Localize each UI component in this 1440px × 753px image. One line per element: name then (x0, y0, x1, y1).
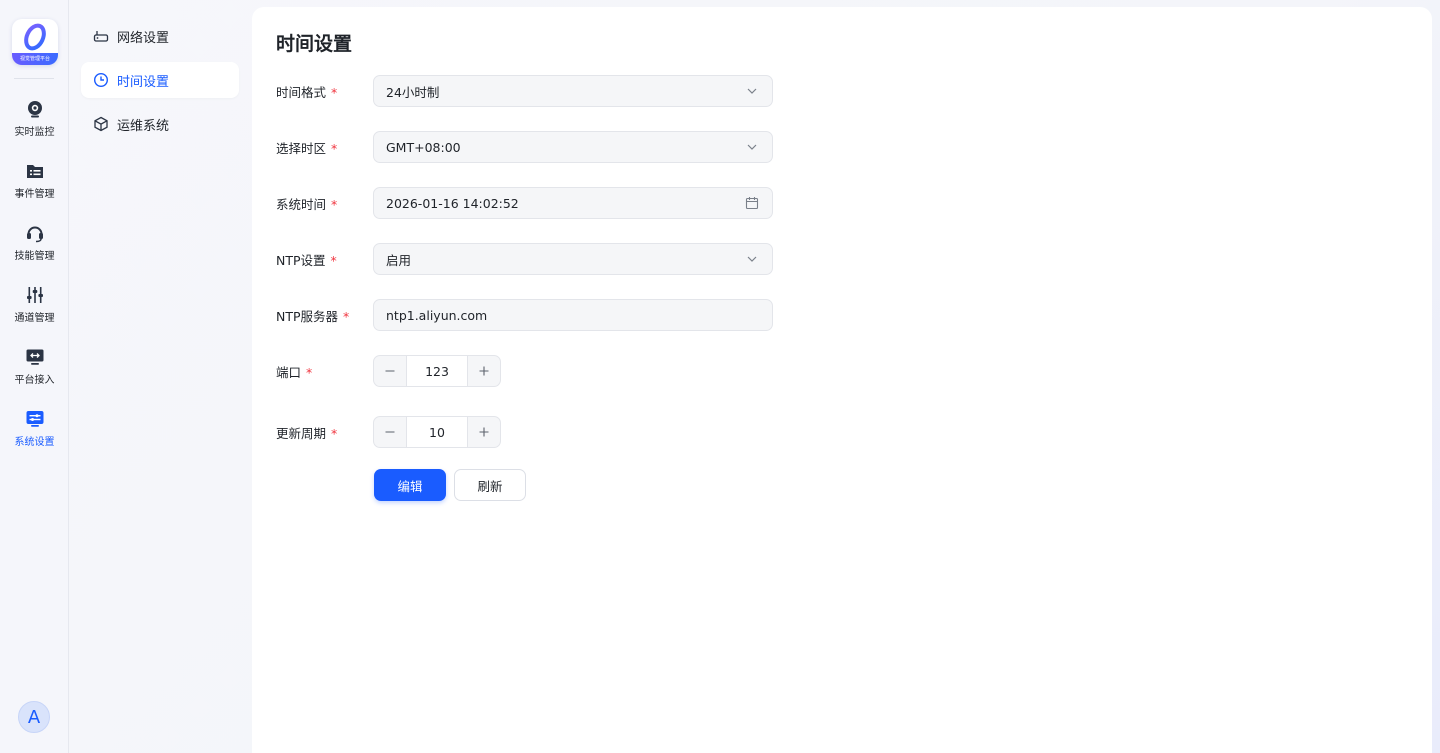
required-mark: * (330, 252, 337, 268)
minus-icon (385, 370, 395, 372)
ntp-setting-row: NTP设置 * 启用 (276, 243, 773, 275)
system-time-picker[interactable]: 2026-01-16 14:02:52 (373, 187, 773, 219)
port-value-input[interactable]: 123 (406, 356, 468, 386)
ntp-server-input[interactable]: ntp1.aliyun.com (373, 299, 773, 331)
rail-item-label: 技能管理 (14, 251, 55, 262)
ntp-server-value: ntp1.aliyun.com (386, 307, 488, 323)
update-period-label: 更新周期 * (276, 425, 338, 441)
minus-icon (385, 431, 395, 433)
rail-divider (14, 78, 54, 79)
monitor-arrows-icon (24, 346, 46, 368)
cube-icon (93, 116, 109, 132)
required-mark: * (331, 196, 338, 212)
port-row: 端口 * 123 (276, 355, 501, 387)
update-period-decrement-button[interactable] (374, 417, 406, 447)
time-format-value: 24小时制 (386, 84, 440, 100)
ntp-setting-label: NTP设置 * (276, 252, 337, 268)
rail-item-label: 通道管理 (14, 313, 55, 324)
user-avatar[interactable]: A (18, 701, 50, 733)
edit-button[interactable]: 编辑 (374, 469, 446, 501)
refresh-button[interactable]: 刷新 (454, 469, 526, 501)
submenu-item-label: 运维系统 (117, 118, 170, 134)
rail-item-system-settings[interactable]: 系统设置 (0, 408, 69, 458)
rail-item-label: 平台接入 (14, 375, 55, 386)
rail-item-event-management[interactable]: 事件管理 (0, 160, 69, 210)
timezone-value: GMT+08:00 (386, 139, 461, 155)
rail-item-label: 事件管理 (14, 189, 55, 200)
main-panel: 时间设置 时间格式 * 24小时制 选择时区 * GMT+08:00 系统时间 * 2… (252, 7, 1432, 753)
camera-icon (24, 98, 46, 120)
update-period-increment-button[interactable] (468, 417, 500, 447)
system-time-label: 系统时间 * (276, 196, 338, 212)
time-format-select[interactable]: 24小时制 (373, 75, 773, 107)
logo-icon (24, 23, 46, 51)
router-icon (93, 28, 109, 44)
rail-item-skill-management[interactable]: 技能管理 (0, 222, 69, 272)
ntp-setting-value: 启用 (386, 252, 412, 268)
rail-item-label: 系统设置 (14, 437, 55, 448)
ntp-server-row: NTP服务器 * ntp1.aliyun.com (276, 299, 773, 331)
folder-list-icon (24, 160, 46, 182)
ntp-setting-select[interactable]: 启用 (373, 243, 773, 275)
app-logo[interactable]: 视觉管理平台 (12, 19, 58, 65)
rail-item-channel-management[interactable]: 通道管理 (0, 284, 69, 334)
time-format-row: 时间格式 * 24小时制 (276, 75, 773, 107)
port-increment-button[interactable] (468, 356, 500, 386)
update-period-value-input[interactable]: 10 (406, 417, 468, 447)
time-format-label: 时间格式 * (276, 84, 338, 100)
rail-item-platform-access[interactable]: 平台接入 (0, 346, 69, 396)
submenu-item-time-settings[interactable]: 时间设置 (81, 62, 239, 98)
required-mark: * (343, 308, 350, 324)
chevron-down-icon (744, 83, 760, 99)
required-mark: * (306, 364, 313, 380)
page-title: 时间设置 (276, 33, 353, 55)
plus-icon (479, 366, 489, 376)
rail-item-realtime-monitor[interactable]: 实时监控 (0, 98, 69, 148)
port-stepper: 123 (373, 355, 501, 387)
left-rail: 视觉管理平台 实时监控 事件管理 技能管理 通道管理 平台接入 系统设置 A (0, 0, 69, 753)
settings-panel-icon (24, 408, 46, 430)
chevron-down-icon (744, 251, 760, 267)
update-period-stepper: 10 (373, 416, 501, 448)
chevron-down-icon (744, 139, 760, 155)
submenu-item-ops-system[interactable]: 运维系统 (81, 106, 239, 142)
required-mark: * (331, 84, 338, 100)
port-decrement-button[interactable] (374, 356, 406, 386)
submenu-item-label: 时间设置 (117, 74, 170, 90)
submenu-item-network-settings[interactable]: 网络设置 (81, 18, 239, 54)
headset-icon (24, 222, 46, 244)
update-period-row: 更新周期 * 10 (276, 416, 501, 448)
clock-icon (93, 72, 109, 88)
system-time-row: 系统时间 * 2026-01-16 14:02:52 (276, 187, 773, 219)
port-label: 端口 * (276, 364, 313, 380)
required-mark: * (331, 140, 338, 156)
ntp-server-label: NTP服务器 * (276, 308, 350, 324)
plus-icon (479, 427, 489, 437)
system-time-value: 2026-01-16 14:02:52 (386, 195, 519, 211)
submenu-item-label: 网络设置 (117, 30, 170, 46)
calendar-icon (744, 195, 760, 211)
timezone-select[interactable]: GMT+08:00 (373, 131, 773, 163)
rail-item-label: 实时监控 (14, 127, 55, 138)
timezone-label: 选择时区 * (276, 140, 338, 156)
settings-submenu: 网络设置 时间设置 运维系统 (69, 0, 250, 753)
logo-text: 视觉管理平台 (12, 53, 58, 65)
required-mark: * (331, 425, 338, 441)
sliders-icon (24, 284, 46, 306)
timezone-row: 选择时区 * GMT+08:00 (276, 131, 773, 163)
